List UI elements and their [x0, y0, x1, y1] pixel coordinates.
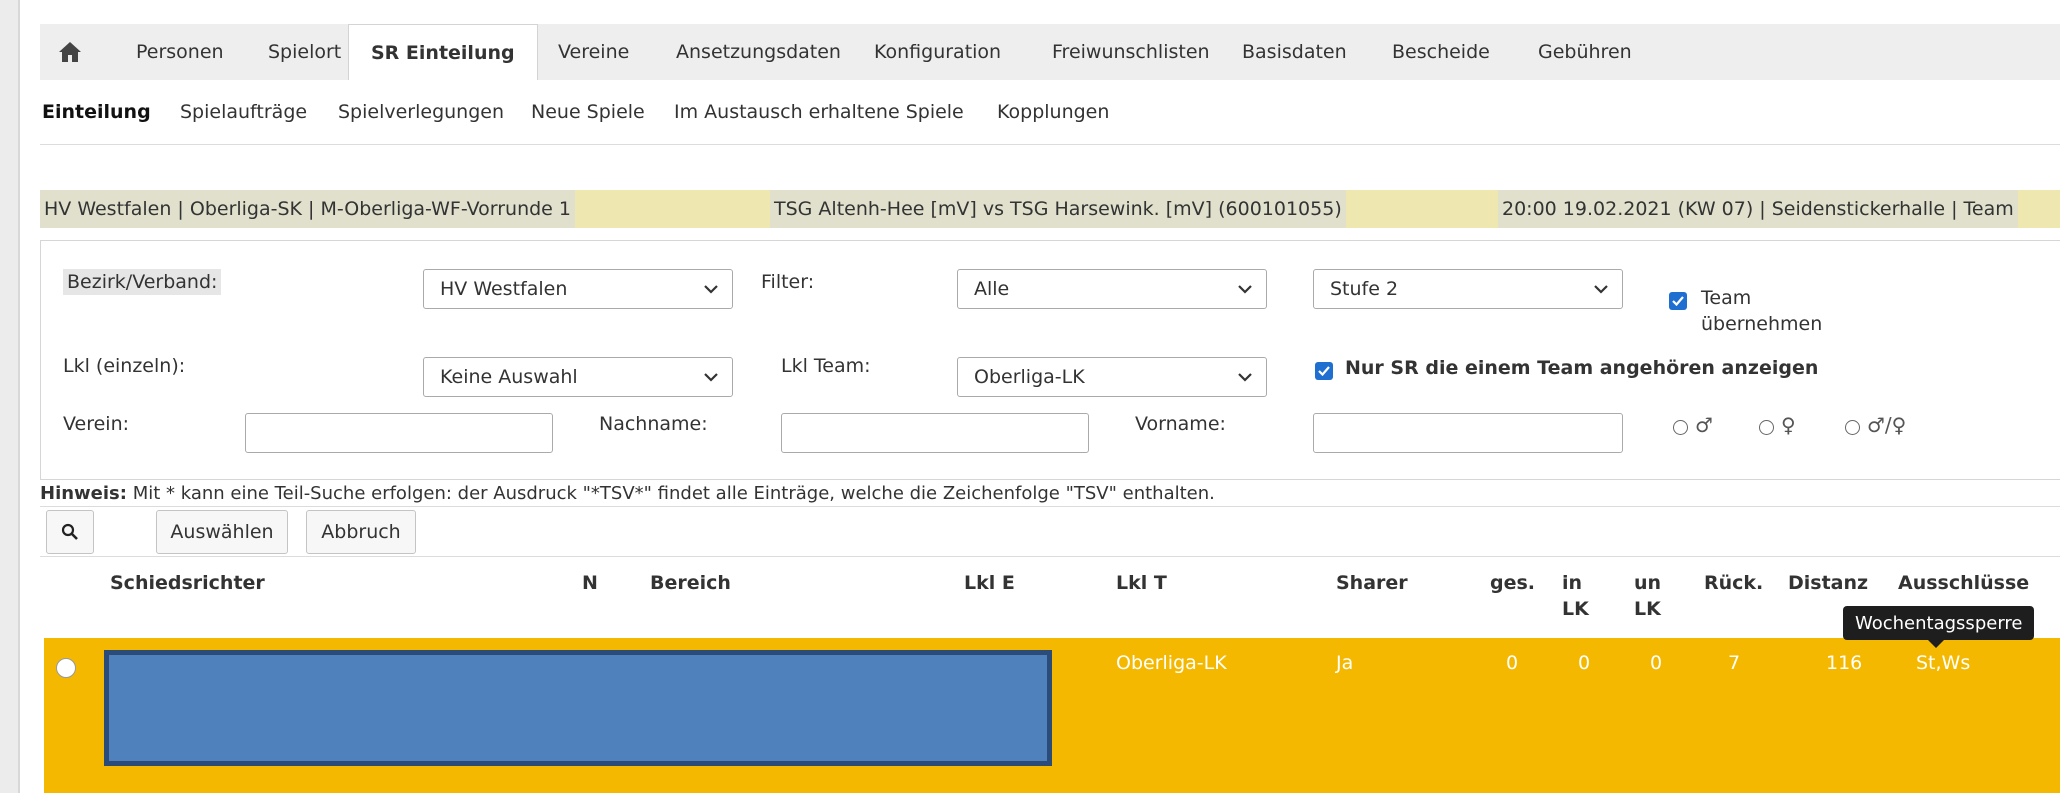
match-league: HV Westfalen | Oberliga-SK | M-Oberliga-…	[40, 190, 575, 228]
tab-konfiguration[interactable]: Konfiguration	[852, 24, 1023, 80]
male-symbol: ♂	[1695, 413, 1713, 437]
cell-ausschluesse[interactable]: St,Ws	[1916, 652, 1970, 674]
tab-freiwunschlisten[interactable]: Freiwunschlisten	[1030, 24, 1232, 80]
abbruch-button[interactable]: Abbruch	[306, 510, 416, 554]
lkl-team-select[interactable]: Oberliga-LK	[957, 357, 1267, 397]
tab-vereine[interactable]: Vereine	[536, 24, 651, 80]
team-uebernehmen-checkbox[interactable]	[1669, 292, 1687, 310]
col-lkl-e[interactable]: Lkl E	[964, 570, 1015, 596]
col-schiedsrichter[interactable]: Schiedsrichter	[110, 570, 265, 596]
chevron-down-icon	[1238, 285, 1252, 294]
lkl-team-value: Oberliga-LK	[974, 366, 1085, 388]
tab-bescheide[interactable]: Bescheide	[1370, 24, 1512, 80]
sub-nav: Einteilung Spielaufträge Spielverlegunge…	[40, 80, 2060, 145]
col-lkl-t[interactable]: Lkl T	[1116, 570, 1167, 596]
col-un-lk[interactable]: un LK	[1634, 570, 1661, 622]
redacted-name-area	[104, 650, 1052, 766]
tab-sr-einteilung[interactable]: SR Einteilung	[348, 24, 538, 81]
stufe-select[interactable]: Stufe 2	[1313, 269, 1623, 309]
toolbar-divider	[40, 506, 2060, 507]
col-in-lk-line2: LK	[1562, 598, 1589, 620]
chevron-down-icon	[704, 373, 718, 382]
subnav-neue-spiele[interactable]: Neue Spiele	[531, 80, 645, 144]
col-sharer[interactable]: Sharer	[1336, 570, 1408, 596]
verein-input[interactable]	[245, 413, 553, 453]
hint-bold: Hinweis:	[40, 483, 127, 504]
chevron-down-icon	[704, 285, 718, 294]
nachname-input[interactable]	[781, 413, 1089, 453]
cell-ges: 0	[1506, 652, 1519, 674]
col-un-lk-line1: un	[1634, 572, 1662, 594]
col-bereich[interactable]: Bereich	[650, 570, 731, 596]
cell-rueck: 7	[1728, 652, 1741, 674]
subnav-spielverlegungen[interactable]: Spielverlegungen	[338, 80, 504, 144]
check-icon	[1672, 296, 1684, 307]
cell-distanz: 116	[1826, 652, 1863, 674]
nur-sr-team-checkbox[interactable]	[1315, 362, 1333, 380]
search-hint: Hinweis: Mit * kann eine Teil-Suche erfo…	[40, 483, 1215, 504]
nachname-label: Nachname:	[599, 413, 708, 435]
lkl-einzeln-label: Lkl (einzeln):	[63, 355, 186, 377]
filter-value: Alle	[974, 278, 1010, 300]
tab-gebuehren[interactable]: Gebühren	[1516, 24, 1654, 80]
tab-spielort[interactable]: Spielort	[246, 24, 363, 80]
home-button[interactable]	[40, 24, 100, 80]
team-uebernehmen-label: Team übernehmen	[1701, 287, 1823, 335]
nur-sr-team-label: Nur SR die einem Team angehören anzeigen	[1345, 357, 1819, 379]
col-rueck[interactable]: Rück.	[1704, 570, 1763, 596]
auswaehlen-button[interactable]: Auswählen	[156, 510, 288, 554]
col-distanz[interactable]: Distanz	[1788, 570, 1868, 596]
bezirk-select[interactable]: HV Westfalen	[423, 269, 733, 309]
search-icon	[61, 523, 78, 540]
subnav-einteilung[interactable]: Einteilung	[42, 80, 151, 144]
search-button[interactable]	[46, 510, 94, 554]
col-in-lk[interactable]: in LK	[1562, 570, 1589, 622]
filter-select[interactable]: Alle	[957, 269, 1267, 309]
lkl-einzeln-value: Keine Auswahl	[440, 366, 578, 388]
home-icon	[59, 42, 81, 62]
col-ges[interactable]: ges.	[1490, 570, 1535, 596]
cell-un-lk: 0	[1650, 652, 1663, 674]
filter-panel: Bezirk/Verband: HV Westfalen Filter: All…	[40, 240, 2060, 480]
vorname-input[interactable]	[1313, 413, 1623, 453]
left-edge-bar	[0, 0, 20, 793]
verein-label: Verein:	[63, 413, 130, 435]
lkl-einzeln-select[interactable]: Keine Auswahl	[423, 357, 733, 397]
vorname-label: Vorname:	[1135, 413, 1226, 435]
cell-in-lk: 0	[1578, 652, 1591, 674]
tooltip: Wochentagssperre	[1843, 606, 2035, 648]
col-in-lk-line1: in	[1562, 572, 1583, 594]
gender-female-radio[interactable]	[1759, 420, 1774, 435]
female-symbol: ♀	[1781, 413, 1796, 437]
check-icon	[1318, 366, 1330, 377]
subnav-austausch-spiele[interactable]: Im Austausch erhaltene Spiele	[674, 80, 964, 144]
match-info-bar: HV Westfalen | Oberliga-SK | M-Oberliga-…	[40, 190, 2060, 228]
cell-lkl-t: Oberliga-LK	[1116, 652, 1227, 674]
chevron-down-icon	[1238, 373, 1252, 382]
subnav-kopplungen[interactable]: Kopplungen	[997, 80, 1109, 144]
col-n[interactable]: N	[582, 570, 598, 596]
col-un-lk-line2: LK	[1634, 598, 1661, 620]
stufe-value: Stufe 2	[1330, 278, 1399, 300]
filter-label: Filter:	[761, 271, 815, 293]
tab-ansetzungsdaten[interactable]: Ansetzungsdaten	[654, 24, 863, 80]
chevron-down-icon	[1594, 285, 1608, 294]
tab-personen[interactable]: Personen	[114, 24, 246, 80]
gender-both-radio[interactable]	[1845, 420, 1860, 435]
row-select-radio[interactable]	[56, 658, 76, 678]
match-teams: TSG Altenh-Hee [mV] vs TSG Harsewink. [m…	[770, 190, 1346, 228]
top-nav: Personen Spielort SR Einteilung Vereine …	[40, 24, 2060, 81]
cell-sharer: Ja	[1336, 652, 1354, 674]
both-genders-symbol: ♂/♀	[1867, 413, 1907, 437]
subnav-spielauftraege[interactable]: Spielaufträge	[180, 80, 307, 144]
hint-text: Mit * kann eine Teil-Suche erfolgen: der…	[126, 483, 1215, 504]
lkl-team-label: Lkl Team:	[781, 355, 871, 377]
match-datetime-venue: 20:00 19.02.2021 (KW 07) | Seidensticker…	[1498, 190, 2018, 228]
table-header-divider	[40, 556, 2060, 557]
col-ausschluesse[interactable]: Ausschlüsse	[1898, 570, 2029, 596]
bezirk-value: HV Westfalen	[440, 278, 568, 300]
tab-basisdaten[interactable]: Basisdaten	[1220, 24, 1369, 80]
bezirk-label: Bezirk/Verband:	[63, 269, 222, 295]
gender-male-radio[interactable]	[1673, 420, 1688, 435]
